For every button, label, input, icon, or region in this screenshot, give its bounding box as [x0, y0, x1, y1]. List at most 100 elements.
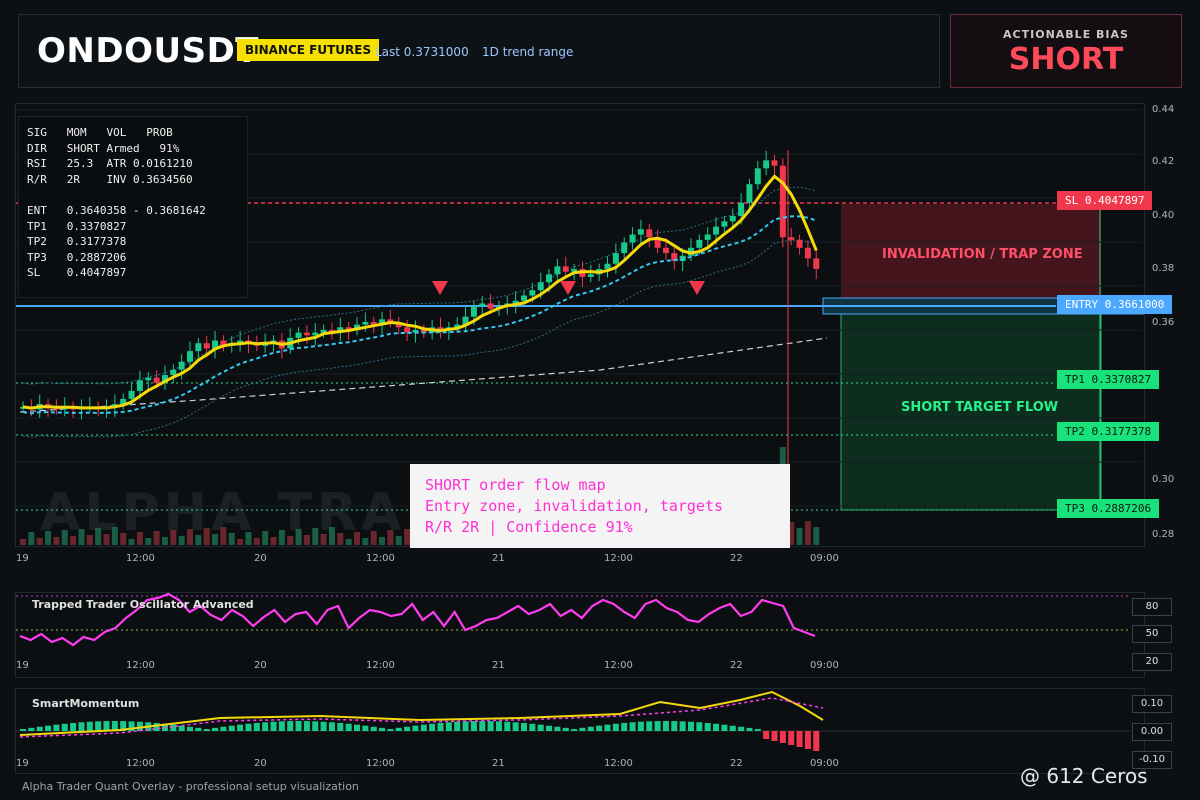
x-tick: 21	[492, 553, 505, 564]
mom-bar	[103, 721, 110, 731]
candle-body	[763, 160, 770, 169]
note-line-1: SHORT order flow map	[425, 476, 606, 494]
volume-bar	[813, 527, 820, 545]
stats-text: SIG MOM VOL PROB DIR SHORT Armed 91% RSI…	[27, 126, 206, 280]
candle-body	[153, 377, 160, 383]
mom-bar	[53, 724, 60, 731]
candle-body	[738, 202, 745, 216]
x-tick: 20	[254, 758, 267, 769]
sell-marker-icon	[432, 281, 448, 295]
oscillator-title: Trapped Trader Oscillator Advanced	[32, 598, 254, 611]
volume-bar	[379, 537, 386, 545]
candle-body	[612, 253, 619, 264]
mom-bar	[170, 724, 177, 731]
volume-bar	[370, 531, 377, 545]
mom-bar	[646, 721, 653, 731]
mom-bar	[262, 722, 269, 731]
mom-bar	[278, 721, 285, 731]
mom-bar	[303, 721, 310, 731]
mom-bar	[437, 722, 444, 731]
candle-body	[136, 380, 143, 391]
osc-level-20: 20	[1132, 653, 1172, 671]
volume-bar	[245, 532, 252, 545]
mom-bar	[571, 728, 578, 731]
volume-bar	[128, 539, 135, 545]
volume-bar	[53, 537, 60, 545]
candle-body	[796, 239, 803, 248]
candle-body	[729, 216, 736, 222]
mom-bar	[813, 731, 820, 751]
mom-bar	[320, 721, 327, 731]
y-tick: 0.40	[1152, 210, 1175, 221]
volume-bar	[170, 530, 177, 545]
mom-bar	[370, 726, 377, 731]
mom-bar	[86, 721, 93, 731]
sl-price-tag: SL 0.4047897	[1057, 191, 1153, 210]
y-tick: 0.30	[1152, 474, 1175, 485]
x-tick: 12:00	[366, 553, 395, 564]
candle-body	[779, 165, 786, 238]
candle-body	[145, 377, 152, 381]
note-line-2: Entry zone, invalidation, targets	[425, 497, 724, 515]
momentum-title: SmartMomentum	[32, 697, 140, 710]
candle-body	[195, 343, 202, 352]
candle-body	[546, 274, 553, 283]
mom-bar	[596, 725, 603, 731]
mom-bar	[529, 723, 536, 731]
candle-body	[804, 247, 811, 259]
target-flow-label: SHORT TARGET FLOW	[901, 400, 1059, 415]
osc-level-50: 50	[1132, 625, 1172, 643]
mom-bar	[78, 722, 85, 731]
sell-marker-icon	[689, 281, 705, 295]
candle-body	[537, 282, 544, 291]
footer-caption: Alpha Trader Quant Overlay - professiona…	[22, 780, 359, 793]
x-tick: 20	[254, 553, 267, 564]
volume-bar	[86, 535, 93, 545]
volume-bar	[295, 529, 302, 545]
volume-bar	[36, 538, 43, 545]
candle-body	[629, 234, 636, 243]
volume-bar	[187, 529, 193, 545]
trap-zone-label: INVALIDATION / TRAP ZONE	[882, 247, 1083, 262]
author-watermark: @ 612 Ceros	[1020, 764, 1148, 788]
stats-box: SIG MOM VOL PROB DIR SHORT Armed 91% RSI…	[18, 116, 248, 298]
mom-bar	[629, 722, 636, 731]
volume-bar	[804, 521, 811, 545]
volume-bar	[337, 533, 344, 545]
candle-body	[771, 160, 778, 166]
x-tick: 21	[492, 660, 505, 671]
x-tick: 19	[16, 660, 29, 671]
mom-bar	[228, 725, 235, 731]
x-tick: 12:00	[604, 660, 633, 671]
osc-level-80: 80	[1132, 598, 1172, 616]
note-line-3: R/R 2R | Confidence 91%	[425, 518, 633, 536]
volume-bar	[45, 531, 52, 545]
x-tick: 12:00	[126, 758, 155, 769]
mom-bar	[445, 722, 452, 731]
candle-body	[479, 303, 486, 307]
volume-bar	[362, 538, 369, 545]
mom-bar	[788, 731, 795, 745]
mom-bar	[612, 723, 619, 731]
x-tick: 21	[492, 758, 505, 769]
candle-body	[621, 242, 628, 254]
x-tick: 12:00	[604, 758, 633, 769]
mom-bar	[45, 725, 52, 731]
mom-bar	[387, 728, 394, 731]
candle-body	[170, 369, 177, 375]
volume-bar	[796, 528, 803, 545]
volume-bar	[95, 528, 102, 545]
candle-body	[713, 226, 720, 235]
mom-bar	[562, 727, 569, 731]
mom-bar	[729, 725, 736, 731]
mom-bar	[354, 724, 360, 731]
volume-bar	[153, 531, 160, 545]
mom-bar	[479, 721, 486, 731]
candle-body	[704, 234, 711, 240]
volume-bar	[61, 530, 68, 545]
x-tick: 09:00	[810, 758, 839, 769]
mom-bar	[412, 725, 419, 731]
mom-bar	[420, 724, 427, 731]
mom-bar	[487, 721, 494, 731]
x-tick: 22	[730, 758, 743, 769]
